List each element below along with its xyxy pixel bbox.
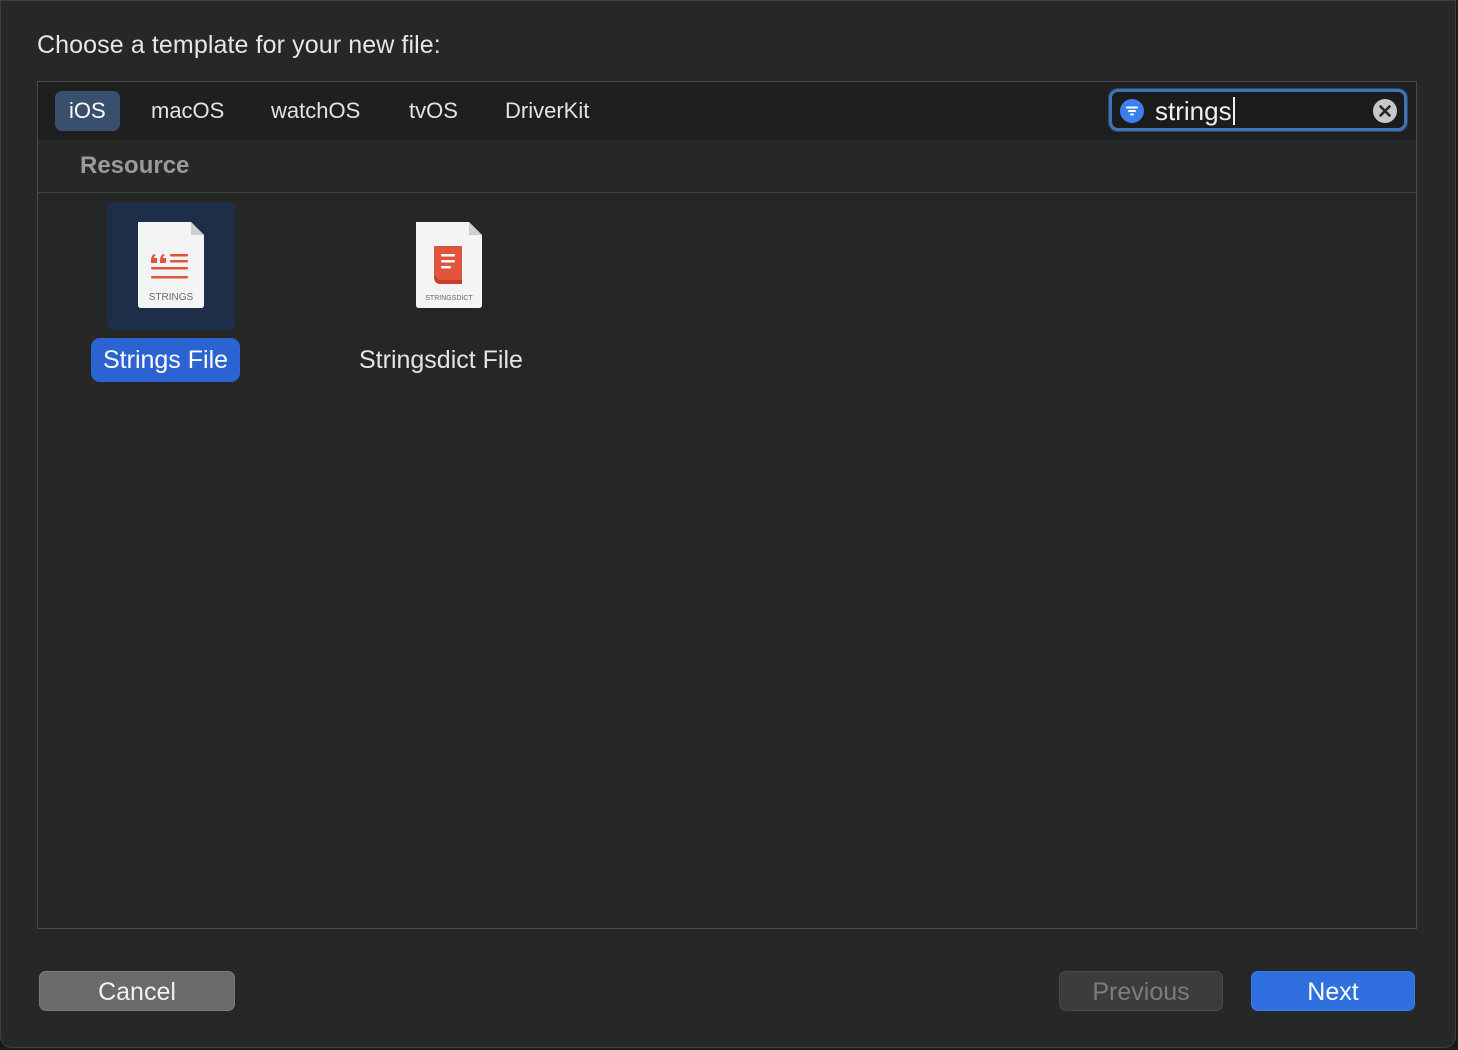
platform-tab-bar: iOS macOS watchOS tvOS DriverKit strings: [38, 82, 1416, 141]
next-button[interactable]: Next: [1251, 971, 1415, 1011]
tab-ios[interactable]: iOS: [55, 91, 120, 131]
template-strings-file[interactable]: STRINGS Strings File: [91, 202, 251, 382]
text-caret: [1232, 97, 1235, 125]
template-name: Strings File: [91, 338, 241, 382]
new-file-template-sheet: Choose a template for your new file: iOS…: [0, 0, 1456, 1048]
search-value: strings: [1155, 96, 1232, 126]
template-chooser-panel: iOS macOS watchOS tvOS DriverKit strings: [37, 81, 1417, 929]
template-icon-highlight: STRINGS: [107, 202, 235, 330]
previous-button[interactable]: Previous: [1059, 971, 1223, 1011]
section-header-resource: Resource: [38, 140, 1416, 193]
tab-watchos[interactable]: watchOS: [257, 91, 374, 131]
search-input[interactable]: strings: [1155, 96, 1235, 126]
cancel-button[interactable]: Cancel: [39, 971, 235, 1011]
tab-driverkit[interactable]: DriverKit: [491, 91, 603, 131]
template-stringsdict-file[interactable]: STRINGSDICT Stringsdict File: [358, 202, 558, 382]
strings-badge-text: STRINGS: [149, 292, 194, 303]
template-name: Stringsdict File: [359, 346, 523, 374]
stringsdict-file-icon: STRINGSDICT: [416, 222, 482, 308]
clear-icon[interactable]: [1372, 98, 1398, 124]
tab-tvos[interactable]: tvOS: [395, 91, 472, 131]
dialog-title: Choose a template for your new file:: [37, 31, 441, 59]
template-icon-container: STRINGSDICT: [385, 202, 513, 330]
section-label: Resource: [80, 152, 190, 179]
filter-icon[interactable]: [1120, 99, 1144, 123]
stringsdict-badge-text: STRINGSDICT: [425, 295, 473, 302]
tab-macos[interactable]: macOS: [137, 91, 238, 131]
template-search-field[interactable]: strings: [1109, 89, 1407, 131]
strings-file-icon: STRINGS: [138, 222, 204, 308]
